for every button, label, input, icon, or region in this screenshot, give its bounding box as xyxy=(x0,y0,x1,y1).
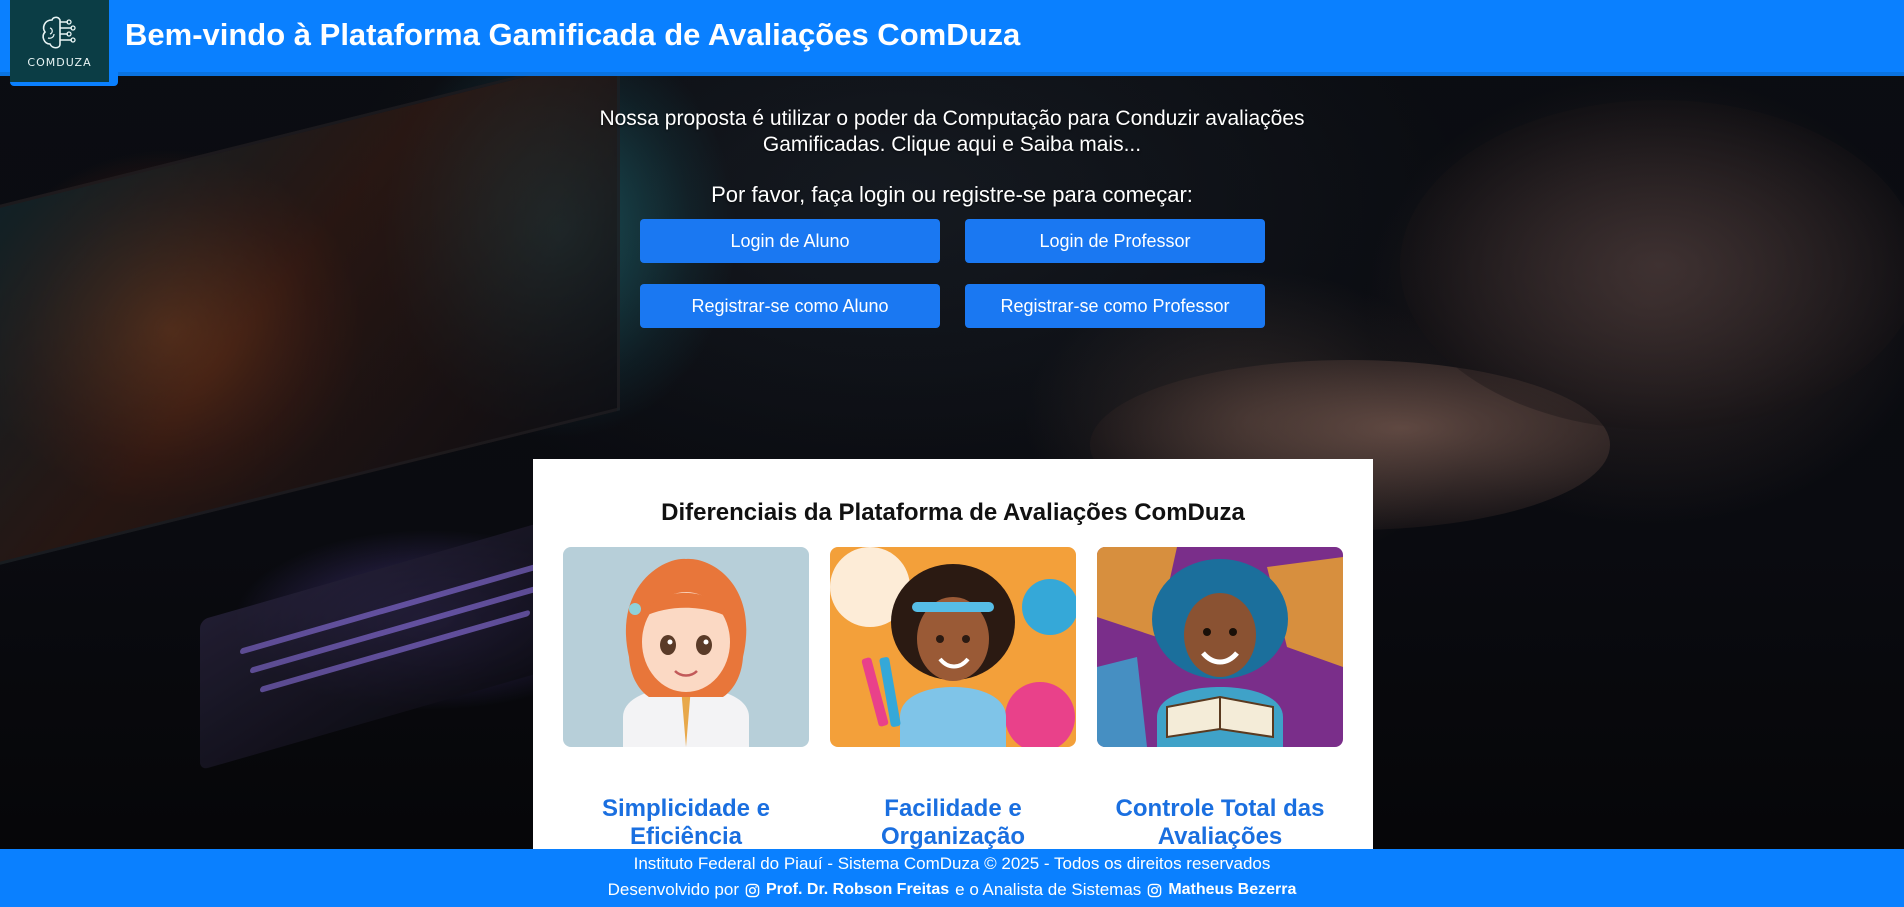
comduza-logo[interactable]: COMDUZA xyxy=(10,0,109,82)
login-aluno-button[interactable]: Login de Aluno xyxy=(640,219,940,263)
page-title: Bem-vindo à Plataforma Gamificada de Ava… xyxy=(125,17,1021,52)
registrar-aluno-button[interactable]: Registrar-se como Aluno xyxy=(640,284,940,328)
background-arm xyxy=(1400,100,1904,430)
features-title: Diferenciais da Plataforma de Avaliações… xyxy=(661,499,1245,526)
feature-title-facilidade: Facilidade e Organização xyxy=(880,795,1026,850)
footer-connector: e o Analista de Sistemas xyxy=(955,880,1142,899)
cartoon-student-illustration xyxy=(830,547,1076,747)
feature-image-controle xyxy=(1097,547,1343,747)
registrar-professor-button[interactable]: Registrar-se como Professor xyxy=(965,284,1265,328)
instagram-icon[interactable] xyxy=(1147,883,1162,898)
feature-title-controle: Controle Total das Avaliações xyxy=(1115,795,1325,850)
background-monitor xyxy=(0,50,620,570)
feature-image-simplicidade xyxy=(563,547,809,747)
brain-circuit-icon xyxy=(41,16,76,49)
header-divider xyxy=(0,72,1904,76)
footer-copyright: Instituto Federal do Piauí - Sistema Com… xyxy=(633,854,1271,873)
features-panel: Diferenciais da Plataforma de Avaliações… xyxy=(533,459,1373,859)
cartoon-girl-illustration xyxy=(563,547,809,747)
logo-label: COMDUZA xyxy=(27,55,92,69)
footer-credits: Desenvolvido por Prof. Dr. Robson Freita… xyxy=(0,880,1904,900)
instagram-icon[interactable] xyxy=(745,883,760,898)
author-robson-link[interactable]: Prof. Dr. Robson Freitas xyxy=(766,881,949,899)
login-prompt: Por favor, faça login ou registre-se par… xyxy=(711,182,1193,207)
footer: Instituto Federal do Piauí - Sistema Com… xyxy=(0,849,1904,907)
intro-link[interactable]: Nossa proposta é utilizar o poder da Com… xyxy=(560,106,1344,158)
login-professor-button[interactable]: Login de Professor xyxy=(965,219,1265,263)
cartoon-reader-illustration xyxy=(1097,547,1343,747)
feature-image-facilidade xyxy=(830,547,1076,747)
feature-title-simplicidade: Simplicidade e Eficiência xyxy=(601,795,771,850)
author-matheus-link[interactable]: Matheus Bezerra xyxy=(1168,881,1296,899)
footer-developed-by: Desenvolvido por xyxy=(607,880,739,899)
